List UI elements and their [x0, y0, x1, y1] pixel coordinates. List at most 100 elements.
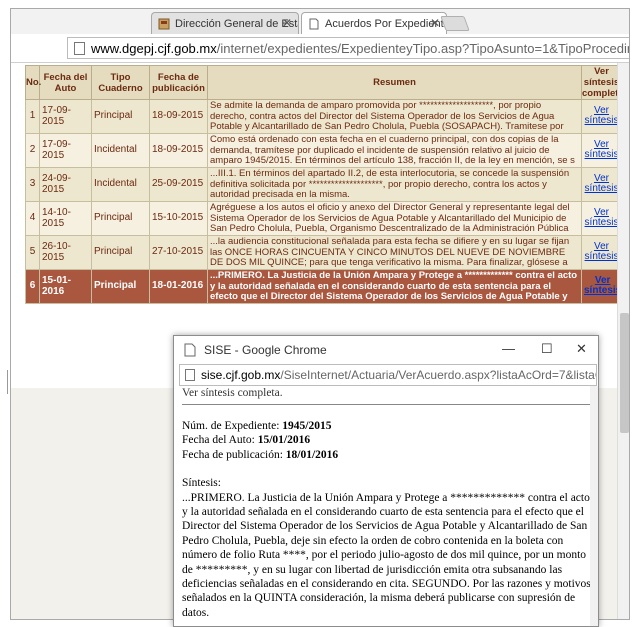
close-icon[interactable]: ✕ [282, 16, 292, 30]
popup-url-field[interactable]: sise.cjf.gob.mx/SiseInternet/Actuaria/Ve… [179, 364, 597, 386]
expediente-value: 1945/2015 [282, 420, 332, 432]
cell-fecha: 17-09-2015 [39, 99, 92, 134]
ver-sintesis-link[interactable]: Ver síntesis [584, 208, 619, 228]
tab-acuerdos-por-expediente[interactable]: Acuerdos Por Expediente ✕ [301, 12, 447, 35]
cell-link: Ver síntesis [581, 99, 622, 134]
resumen-text: ...la audiencia constitucional señalada … [210, 237, 570, 268]
tab-direccion-general[interactable]: Dirección General de Estad ✕ [151, 12, 299, 34]
sintesis-text: ...PRIMERO. La Justicia de la Unión Ampa… [182, 491, 591, 619]
maximize-icon[interactable]: ☐ [541, 341, 553, 357]
cell-tipo: Principal [91, 269, 150, 304]
fecha-pub-line: Fecha de publicación: 18/01/2016 [182, 448, 596, 462]
ver-sintesis-link[interactable]: Ver síntesis [584, 242, 619, 262]
cell-pub: 15-10-2015 [149, 201, 208, 236]
popup-title-bar: SISE - Google Chrome — ☐ ✕ [174, 336, 598, 364]
url-path: /internet/expedientes/ExpedienteyTipo.as… [216, 40, 629, 56]
cell-resumen: Se admite la demanda de amparo promovida… [207, 99, 582, 134]
sintesis-heading: Ver síntesis completa. [182, 387, 283, 399]
cell-fecha: 26-10-2015 [39, 235, 92, 270]
cell-pub: 25-09-2015 [149, 167, 208, 202]
cell-resumen: ...la audiencia constitucional señalada … [207, 235, 582, 270]
table-row: 4 14-10-2015 Principal 15-10-2015 Agrégu… [25, 201, 622, 236]
window-edge-handle [0, 370, 8, 394]
tab-title: Dirección General de Estad [175, 17, 298, 30]
ver-sintesis-link[interactable]: Ver síntesis [584, 140, 619, 160]
cell-no: 6 [25, 269, 40, 304]
cell-resumen: ...PRIMERO. La Justicia de la Unión Ampa… [207, 269, 582, 304]
cell-link: Ver síntesis [581, 133, 622, 168]
fecha-pub-label: Fecha de publicación: [182, 448, 283, 461]
page-icon [185, 369, 195, 381]
cell-link: Ver síntesis [581, 235, 622, 270]
table-row-selected: 6 15-01-2016 Principal 18-01-2016 ...PRI… [25, 269, 622, 304]
vertical-scrollbar[interactable] [617, 63, 629, 619]
cell-pub: 27-10-2015 [149, 235, 208, 270]
header-tipo-cuaderno: Tipo Cuaderno [91, 65, 150, 100]
expediente-label: Núm. de Expediente: [182, 420, 280, 432]
fecha-auto-label: Fecha del Auto: [182, 434, 255, 447]
page-icon [74, 41, 85, 55]
popup-scrollbar[interactable] [590, 386, 598, 626]
cell-link: Ver síntesis [581, 269, 622, 304]
page-icon [184, 343, 196, 357]
page-icon [309, 18, 319, 30]
resumen-text: Como está ordenado con esta fecha en el … [210, 135, 575, 166]
cell-resumen: Agréguese a los autos el oficio y anexo … [207, 201, 582, 236]
cell-tipo: Principal [91, 235, 150, 270]
cell-link: Ver síntesis [581, 167, 622, 202]
resumen-text: ...III.1. En términos del apartado II.2,… [210, 169, 570, 200]
scrollbar-thumb[interactable] [620, 313, 629, 433]
header-no: No. [25, 65, 41, 100]
fecha-auto-line: Fecha del Auto: 15/01/2016 [182, 433, 596, 447]
cell-fecha: 24-09-2015 [39, 167, 92, 202]
tab-title: Acuerdos Por Expediente [325, 18, 446, 30]
table-row: 5 26-10-2015 Principal 27-10-2015 ...la … [25, 235, 622, 270]
fecha-pub-value: 18/01/2016 [285, 448, 339, 461]
cell-no: 2 [25, 133, 40, 168]
sintesis-label: Síntesis: [182, 477, 221, 490]
resumen-text: ...PRIMERO. La Justicia de la Unión Ampa… [210, 271, 578, 302]
close-icon[interactable]: ✕ [576, 341, 587, 357]
url-host: www.dgepj.cjf.gob.mx [91, 40, 217, 56]
fecha-auto-value: 15/01/2016 [257, 434, 311, 447]
cell-no: 3 [25, 167, 40, 202]
url-text: www.dgepj.cjf.gob.mx/internet/expediente… [91, 41, 629, 56]
cell-no: 1 [25, 99, 40, 134]
ver-sintesis-link[interactable]: Ver síntesis [584, 106, 619, 126]
cell-fecha: 14-10-2015 [39, 201, 92, 236]
ver-sintesis-link[interactable]: Ver síntesis [584, 174, 619, 194]
header-resumen: Resumen [207, 65, 582, 100]
cell-pub: 18-09-2015 [149, 99, 208, 134]
url-field[interactable]: www.dgepj.cjf.gob.mx/internet/expediente… [67, 37, 629, 59]
table-row: 2 17-09-2015 Incidental 18-09-2015 Como … [25, 133, 622, 168]
expediente-line: Núm. de Expediente: 1945/2015 [182, 419, 596, 433]
url-text: sise.cjf.gob.mx/SiseInternet/Actuaria/Ve… [201, 368, 597, 382]
cell-pub: 18-09-2015 [149, 133, 208, 168]
acuerdos-table: No. Fecha del Auto Tipo Cuaderno Fecha d… [25, 65, 624, 304]
resumen-text: Agréguese a los autos el oficio y anexo … [210, 203, 570, 234]
cell-fecha: 17-09-2015 [39, 133, 92, 168]
cell-tipo: Incidental [91, 133, 150, 168]
table-header-row: No. Fecha del Auto Tipo Cuaderno Fecha d… [25, 65, 624, 100]
cell-tipo: Incidental [91, 167, 150, 202]
address-bar: www.dgepj.cjf.gob.mx/internet/expediente… [11, 34, 629, 63]
minimize-icon[interactable]: — [502, 341, 515, 356]
new-tab-button[interactable] [440, 16, 470, 31]
close-icon[interactable]: ✕ [430, 16, 440, 30]
cell-link: Ver síntesis [581, 201, 622, 236]
header-fecha-publicacion: Fecha de publicación [149, 65, 208, 100]
cell-tipo: Principal [91, 99, 150, 134]
url-host: sise.cjf.gob.mx [201, 368, 281, 382]
cell-fecha: 15-01-2016 [39, 269, 92, 304]
popup-title: SISE - Google Chrome [204, 343, 327, 357]
header-fecha-auto: Fecha del Auto [39, 65, 92, 100]
url-path: /SiseInternet/Actuaria/VerAcuerdo.aspx?l… [280, 368, 597, 382]
sintesis-content: Ver síntesis completa. Núm. de Expedient… [182, 386, 596, 620]
cell-resumen: ...III.1. En términos del apartado II.2,… [207, 167, 582, 202]
tab-strip: Dirección General de Estad ✕ Acuerdos Po… [11, 9, 629, 35]
cell-tipo: Principal [91, 201, 150, 236]
sise-popup-window: SISE - Google Chrome — ☐ ✕ sise.cjf.gob.… [173, 335, 599, 627]
ver-sintesis-link[interactable]: Ver síntesis [584, 276, 621, 296]
